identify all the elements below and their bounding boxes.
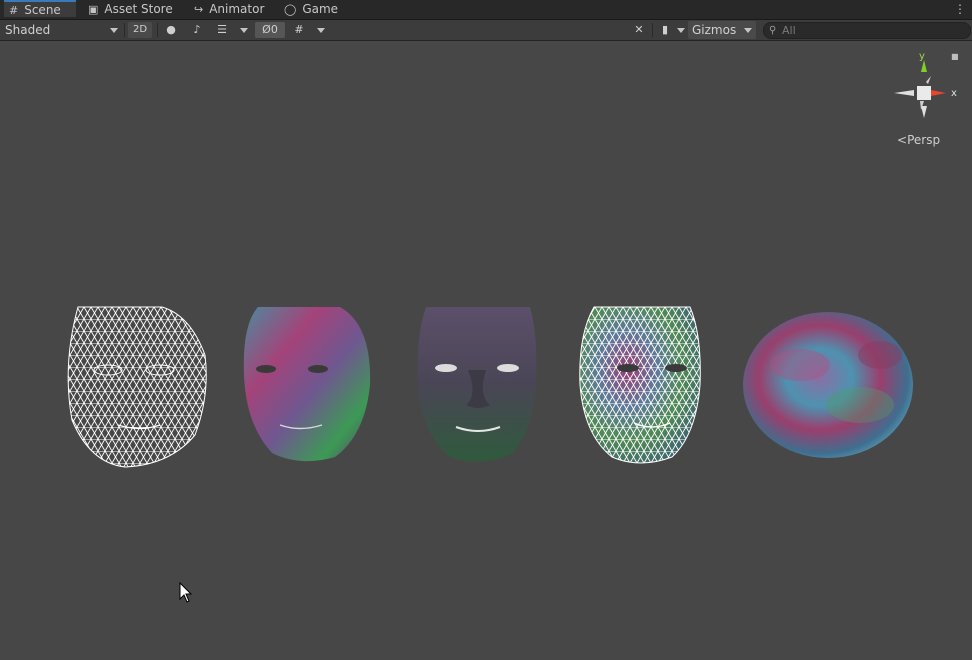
camera-icon[interactable]: ▮: [657, 22, 673, 38]
shopping-bag-icon: ▣: [88, 3, 99, 16]
tab-game-label: Game: [302, 2, 339, 16]
mouse-cursor-icon: [179, 582, 193, 603]
tab-game[interactable]: ◯ Game: [284, 0, 338, 19]
gizmo-x-axis[interactable]: [931, 90, 946, 96]
search-placeholder: All: [782, 24, 796, 37]
tools-icon[interactable]: ✕: [631, 22, 647, 38]
scene-toolbar: Shaded 2D ● ♪ ☰ Ø0 # ✕ ▮ Gizmos ⚲ All: [0, 20, 972, 41]
hidden-count: 0: [270, 23, 278, 36]
projection-toggle[interactable]: <Persp: [897, 133, 940, 147]
gamepad-icon: ◯: [284, 3, 297, 16]
gizmo-x-label: x: [951, 88, 957, 99]
gizmo-y-label: y: [919, 51, 925, 62]
2d-mode-button[interactable]: 2D: [128, 22, 152, 38]
grid-toggle-icon[interactable]: #: [291, 22, 307, 38]
shading-mode-dropdown[interactable]: Shaded: [5, 21, 121, 39]
audio-toggle-icon[interactable]: ♪: [189, 22, 205, 38]
tab-bar: # Scene ▣ Asset Store ↪ Animator ◯ Game ⋮: [0, 0, 972, 20]
grid-icon: #: [9, 4, 19, 17]
gizmo-z-axis[interactable]: [926, 76, 931, 84]
search-input[interactable]: ⚲ All: [763, 22, 971, 39]
gizmo-neg-x-axis[interactable]: [894, 90, 914, 96]
more-options-icon[interactable]: ⋮: [954, 2, 966, 16]
tab-asset-store[interactable]: ▣ Asset Store: [88, 0, 173, 19]
face-mesh-shaded-textured[interactable]: [417, 307, 537, 462]
tab-scene[interactable]: # Scene: [4, 0, 76, 17]
lighting-toggle-icon[interactable]: ●: [163, 22, 179, 38]
tab-animator[interactable]: ↪ Animator: [194, 0, 264, 19]
visibility-eye-icon: Ø: [262, 23, 271, 36]
scene-visibility-toggle[interactable]: Ø0: [255, 22, 285, 38]
gizmos-label: Gizmos: [692, 23, 737, 37]
chevron-down-icon: [110, 28, 118, 33]
projection-label: Persp: [907, 133, 941, 147]
gizmo-center-cube[interactable]: [917, 86, 931, 100]
search-icon: ⚲: [769, 25, 777, 36]
camera-dropdown-chevron-icon[interactable]: [677, 28, 685, 33]
sphere-noise-textured[interactable]: [743, 312, 913, 458]
face-mesh-wireframe-textured[interactable]: [579, 306, 701, 464]
tab-asset-store-label: Asset Store: [104, 2, 173, 16]
effects-dropdown-chevron-icon[interactable]: [240, 28, 248, 33]
lock-icon[interactable]: ■: [951, 52, 959, 61]
gizmos-chevron-icon: [744, 28, 752, 33]
effects-icon[interactable]: ☰: [214, 22, 230, 38]
grid-dropdown-chevron-icon[interactable]: [317, 28, 325, 33]
animator-icon: ↪: [194, 3, 204, 16]
face-mesh-noise-textured[interactable]: [243, 307, 371, 462]
tab-animator-label: Animator: [209, 2, 265, 16]
scene-objects: [67, 306, 913, 468]
gizmo-neg-y-axis[interactable]: [921, 106, 927, 118]
gizmos-dropdown[interactable]: Gizmos: [688, 21, 756, 39]
tab-scene-label: Scene: [24, 3, 61, 17]
shading-mode-value: Shaded: [5, 23, 51, 37]
face-mesh-wireframe[interactable]: [67, 306, 207, 468]
